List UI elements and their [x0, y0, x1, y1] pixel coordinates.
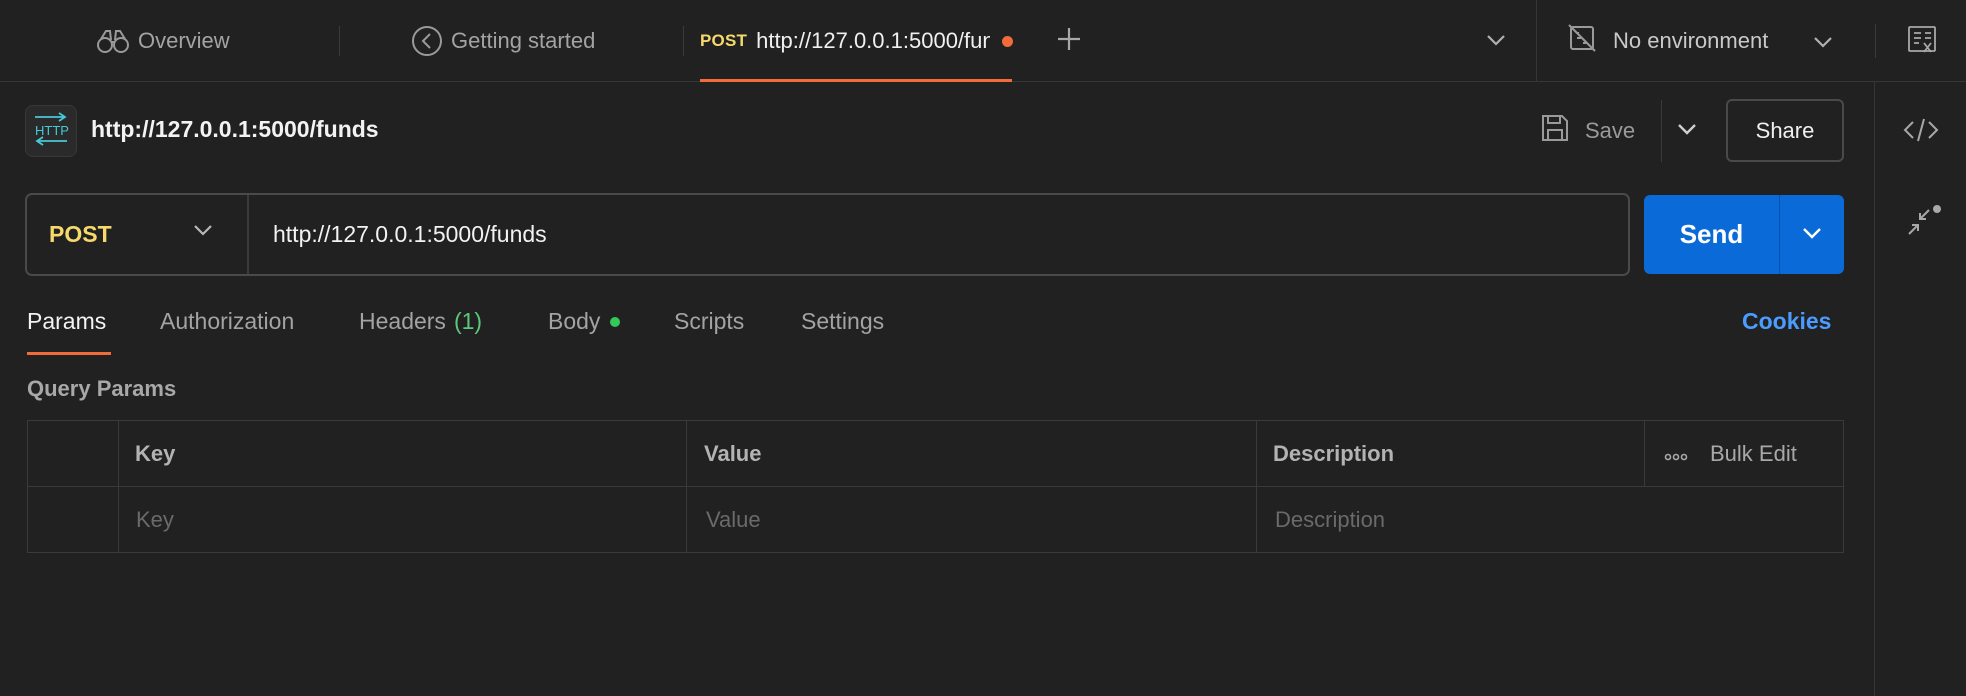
- method-select[interactable]: POST: [27, 195, 249, 274]
- related-collections-button[interactable]: [1901, 202, 1945, 246]
- send-button[interactable]: Send: [1644, 195, 1779, 274]
- active-request-tab-indicator: [27, 352, 111, 355]
- divider: [1875, 24, 1876, 58]
- tab-active-request[interactable]: POST http://127.0.0.1:5000/funds: [700, 0, 1014, 82]
- collapse-arrows-icon: [1903, 204, 1943, 245]
- code-icon: [1903, 116, 1939, 149]
- environment-selector[interactable]: No environment: [1536, 0, 1876, 82]
- tab-url-label: http://127.0.0.1:5000/funds: [756, 28, 991, 53]
- plus-icon: [1056, 26, 1082, 57]
- body-indicator-dot: [610, 316, 621, 327]
- tab-authorization-label: Authorization: [160, 308, 295, 334]
- chevron-down-icon: [1677, 122, 1697, 140]
- tab-overview-label: Overview: [138, 28, 230, 53]
- save-options-button[interactable]: [1661, 100, 1711, 162]
- tab-scripts-label: Scripts: [674, 308, 745, 334]
- tab-settings-label: Settings: [801, 308, 885, 334]
- headers-count-badge: (1): [453, 308, 483, 334]
- column-header-description: Description: [1273, 421, 1394, 487]
- tab-divider: [683, 26, 684, 56]
- chevron-down-icon: [193, 223, 213, 241]
- param-description-input[interactable]: Description: [1275, 487, 1385, 553]
- svg-text:HTTP: HTTP: [35, 123, 69, 138]
- tab-authorization[interactable]: Authorization: [160, 308, 294, 335]
- table-header-row: Key Value Description Bulk Edit: [28, 421, 1843, 487]
- tab-bar: Overview Getting started POST http://127…: [0, 0, 1966, 82]
- tab-body[interactable]: Body: [548, 308, 621, 335]
- tab-getting-started[interactable]: Getting started: [411, 0, 595, 82]
- tab-body-label: Body: [548, 308, 601, 334]
- tab-headers-label: Headers: [359, 308, 446, 334]
- send-options-button[interactable]: [1779, 195, 1844, 274]
- tab-scripts[interactable]: Scripts: [674, 308, 744, 335]
- binoculars-icon: [96, 28, 130, 54]
- tab-headers[interactable]: Headers (1): [359, 308, 482, 335]
- save-button[interactable]: Save: [1540, 104, 1660, 158]
- share-button[interactable]: Share: [1726, 99, 1844, 162]
- url-input[interactable]: [249, 195, 1628, 274]
- column-divider: [1644, 421, 1645, 487]
- column-header-value: Value: [704, 421, 761, 487]
- chevron-down-icon: [1802, 226, 1822, 244]
- request-url-bar: POST: [25, 193, 1630, 276]
- tab-params[interactable]: Params: [27, 308, 106, 335]
- query-params-heading: Query Params: [27, 376, 177, 401]
- environment-quick-look-button[interactable]: [1904, 24, 1940, 60]
- tab-divider: [339, 26, 340, 56]
- column-header-key-label: Key: [135, 441, 176, 466]
- tabs-menu-button[interactable]: [1480, 26, 1512, 58]
- save-label: Save: [1585, 118, 1636, 143]
- more-options-icon[interactable]: [1664, 441, 1688, 467]
- no-environment-icon: [1567, 23, 1597, 59]
- floppy-disk-icon: [1540, 113, 1570, 149]
- query-params-table: Key Value Description Bulk Edit Key Valu…: [27, 420, 1844, 553]
- http-icon: HTTP: [31, 111, 71, 152]
- param-description-placeholder: Description: [1275, 507, 1386, 532]
- column-header-value-label: Value: [704, 441, 762, 466]
- code-snippet-button[interactable]: [1899, 110, 1943, 154]
- bulk-edit-area: Bulk Edit: [1664, 421, 1797, 487]
- chevron-down-icon: [1486, 33, 1506, 51]
- param-key-input[interactable]: Key: [136, 487, 174, 553]
- method-label: POST: [49, 221, 112, 247]
- right-sidebar: [1874, 82, 1966, 696]
- param-value-placeholder: Value: [706, 507, 761, 532]
- column-header-description-label: Description: [1273, 441, 1395, 466]
- tab-params-label: Params: [27, 308, 107, 334]
- table-row: Key Value Description: [28, 487, 1843, 553]
- active-tab-indicator: [700, 79, 1012, 82]
- bulk-edit-button[interactable]: Bulk Edit: [1710, 441, 1797, 467]
- new-tab-button[interactable]: [1052, 24, 1086, 58]
- tab-settings[interactable]: Settings: [801, 308, 884, 335]
- environment-quick-look-icon: [1907, 24, 1937, 61]
- request-title[interactable]: http://127.0.0.1:5000/funds: [91, 116, 379, 143]
- tab-getting-started-label: Getting started: [451, 28, 596, 53]
- unsaved-changes-dot: [1002, 35, 1014, 47]
- column-header-key: Key: [135, 421, 175, 487]
- param-key-placeholder: Key: [136, 507, 174, 532]
- play-circle-icon: [411, 25, 443, 57]
- environment-label: No environment: [1613, 28, 1769, 53]
- tab-overview[interactable]: Overview: [96, 0, 230, 82]
- chevron-down-icon[interactable]: [1813, 28, 1833, 54]
- cookies-link[interactable]: Cookies: [1742, 308, 1831, 335]
- param-value-input[interactable]: Value: [706, 487, 761, 553]
- http-request-badge: HTTP: [25, 105, 77, 157]
- tab-method-badge: POST: [700, 31, 748, 50]
